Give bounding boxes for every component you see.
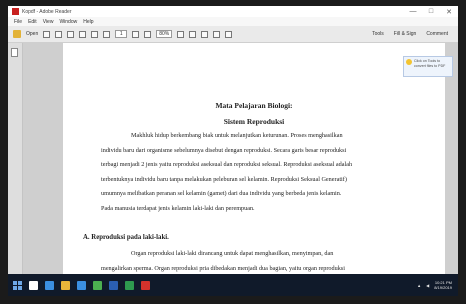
menu-view[interactable]: View <box>43 19 54 25</box>
system-tray: ▲ ◀ 10:21 PM 8/19/2019 <box>417 280 458 290</box>
section-heading: A. Reproduksi pada laki-laki. <box>83 234 169 241</box>
paragraph-line: Pada manusia terdapat jenis kelamin laki… <box>101 204 255 212</box>
paragraph-line: umumnya melibatkan peranan sel kelamin (… <box>101 190 342 197</box>
window-title: Kopdf - Adobe Reader <box>22 8 72 15</box>
paragraph-line: terbentuknya individu baru tanpa melakuk… <box>101 175 347 183</box>
taskbar-apps <box>22 280 150 290</box>
navigation-panel <box>8 43 23 274</box>
zoom-in-button[interactable] <box>144 30 152 38</box>
zoom-out-button[interactable] <box>132 30 140 38</box>
fill-sign-tab[interactable]: Fill & Sign <box>394 31 417 37</box>
save-button[interactable] <box>55 30 63 38</box>
paragraph-line: Organ reproduksi laki-laki dirancang unt… <box>131 250 334 257</box>
menu-file[interactable]: File <box>14 19 22 25</box>
pdf-page: Mata Pelajaran Biologi: Sistem Reproduks… <box>63 43 445 274</box>
tooltip-text: Click on Tools to convert files to PDF <box>414 59 446 68</box>
paragraph-line: terbagi menjadi 2 jenis yaitu reproduksi… <box>101 161 353 168</box>
menu-help[interactable]: Help <box>83 19 93 25</box>
clock-date: 8/19/2019 <box>434 285 452 290</box>
adobe-reader-icon <box>12 8 19 15</box>
zoom-field[interactable]: 80% <box>156 30 173 38</box>
open-button-label[interactable]: Open <box>26 31 38 37</box>
taskbar: ▲ ◀ 10:21 PM 8/19/2019 <box>8 274 458 296</box>
edge-icon[interactable] <box>45 280 54 290</box>
clock[interactable]: 10:21 PM 8/19/2019 <box>434 280 452 290</box>
network-icon[interactable]: ▲ <box>417 283 421 288</box>
email-button[interactable] <box>79 30 87 38</box>
maximize-button[interactable]: □ <box>422 8 440 16</box>
title-bar: Kopdf - Adobe Reader — □ ✕ <box>8 6 458 17</box>
paragraph-line: individu baru dari organisme sebelumnya … <box>101 146 347 154</box>
menu-edit[interactable]: Edit <box>28 19 37 25</box>
fit-page-button[interactable] <box>177 30 185 38</box>
open-folder-icon[interactable] <box>13 30 21 38</box>
page-number-field[interactable]: 1 <box>115 30 128 38</box>
paragraph-line: mengalirkan sperma. Organ reproduksi pri… <box>101 264 345 272</box>
chrome-icon[interactable] <box>93 280 102 290</box>
menu-window[interactable]: Window <box>59 19 77 25</box>
windows-start-icon[interactable] <box>13 280 22 290</box>
store-icon[interactable] <box>77 280 86 290</box>
read-mode-button[interactable] <box>189 30 197 38</box>
explorer-icon[interactable] <box>61 280 70 290</box>
document-subtitle: Sistem Reproduksi <box>223 117 285 126</box>
paragraph-2: Organ reproduksi laki-laki dirancang unt… <box>101 247 421 274</box>
menu-bar: File Edit View Window Help <box>8 17 458 26</box>
document-title: Mata Pelajaran Biologi: <box>215 101 293 110</box>
volume-icon[interactable]: ◀ <box>426 283 429 288</box>
minimize-button[interactable]: — <box>404 8 422 16</box>
previous-page-button[interactable] <box>91 30 99 38</box>
paragraph-line: Makhluk hidup berkembang biak untuk mela… <box>131 132 343 139</box>
document-area[interactable]: Mata Pelajaran Biologi: Sistem Reproduks… <box>23 43 458 274</box>
comment-button[interactable] <box>201 30 209 38</box>
highlight-button[interactable] <box>213 30 221 38</box>
toolbar: Open 1 80% Tools Fill & Sign Comment <box>8 26 458 43</box>
create-pdf-button[interactable] <box>43 30 51 38</box>
sign-button[interactable] <box>225 30 233 38</box>
screen: Kopdf - Adobe Reader — □ ✕ File Edit Vie… <box>8 6 458 296</box>
word-icon[interactable] <box>109 280 118 290</box>
acrobat-icon[interactable] <box>141 280 150 290</box>
task-view-icon[interactable] <box>29 280 38 290</box>
paragraph-1: Makhluk hidup berkembang biak untuk mela… <box>101 129 421 216</box>
tools-hint-tooltip[interactable]: Click on Tools to convert files to PDF <box>403 56 453 77</box>
lightbulb-icon <box>406 59 412 65</box>
tools-tab[interactable]: Tools <box>372 31 384 37</box>
print-button[interactable] <box>67 30 75 38</box>
excel-icon[interactable] <box>125 280 134 290</box>
comment-tab[interactable]: Comment <box>426 31 448 37</box>
next-page-button[interactable] <box>103 30 111 38</box>
page-thumbnails-icon[interactable] <box>11 48 18 57</box>
close-button[interactable]: ✕ <box>440 8 458 16</box>
